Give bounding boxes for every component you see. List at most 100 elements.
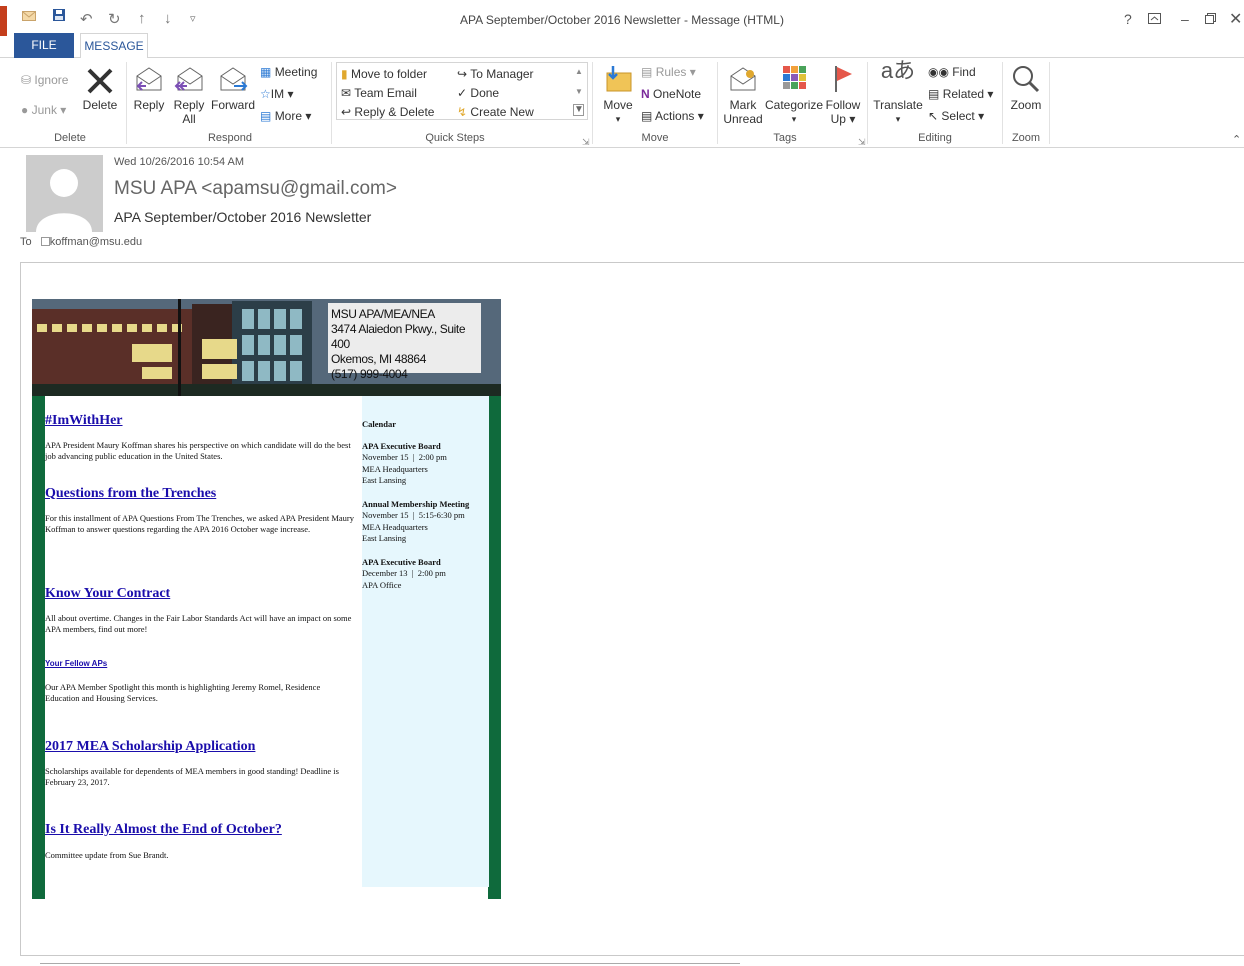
more-respond-button[interactable]: ▤ More ▾ <box>260 108 311 124</box>
recipient-address[interactable]: koffman@msu.edu <box>50 236 142 248</box>
newsletter-address-block: MSU APA/MEA/NEA 3474 Alaiedon Pkwy., Sui… <box>328 303 481 381</box>
find-button[interactable]: ◉◉ Find <box>928 64 976 80</box>
group-separator <box>592 62 593 144</box>
meeting-button[interactable]: ▦ Meeting <box>260 64 317 80</box>
reply-delete-step[interactable]: ↩ Reply & Delete <box>341 104 434 120</box>
reply-all-label-2: All <box>182 112 196 126</box>
tab-message[interactable]: MESSAGE <box>80 33 148 59</box>
help-icon[interactable]: ? <box>1124 11 1132 27</box>
rules-icon: ▤ <box>641 65 653 79</box>
restore-icon[interactable] <box>1205 11 1216 27</box>
left-border-stripe <box>32 396 45 899</box>
calendar-event-location: East Lansing <box>362 475 407 485</box>
reply-all-button[interactable]: Reply All <box>170 64 208 126</box>
address-line: Okemos, MI 48864 <box>331 352 426 366</box>
reply-icon <box>132 64 166 98</box>
article-link[interactable]: Is It Really Almost the End of October? <box>45 822 282 838</box>
actions-button[interactable]: ▤ Actions ▾ <box>641 108 704 124</box>
ribbon-display-options-icon[interactable] <box>1148 11 1161 27</box>
article-summary: Our APA Member Spotlight this month is h… <box>45 682 321 703</box>
rules-button[interactable]: ▤ Rules ▾ <box>641 64 696 80</box>
quick-steps-scroll-down[interactable]: ▼ <box>575 84 583 100</box>
calendar-event-location: East Lansing <box>362 533 407 543</box>
avatar <box>26 155 103 232</box>
magnifier-icon <box>1006 64 1046 98</box>
calendar-title: Calendar <box>362 419 396 429</box>
create-new-step[interactable]: ↯ Create New <box>457 104 534 120</box>
article-link[interactable]: #ImWithHer <box>45 413 123 429</box>
junk-button[interactable]: ● Junk ▾ <box>21 102 66 118</box>
categorize-icon <box>765 64 823 98</box>
team-email-step[interactable]: ✉ Team Email <box>341 85 417 101</box>
related-button[interactable]: ▤ Related ▾ <box>928 86 993 102</box>
mark-unread-button[interactable]: Mark Unread <box>722 64 764 126</box>
address-line: 3474 Alaiedon Pkwy., Suite 400 <box>331 322 466 351</box>
reply-delete-icon: ↩ <box>341 105 352 119</box>
junk-label: Junk <box>31 103 57 117</box>
article-link[interactable]: Questions from the Trenches <box>45 486 216 502</box>
junk-icon: ● <box>21 103 29 117</box>
follow-up-button[interactable]: Follow Up ▾ <box>824 64 862 126</box>
tab-file[interactable]: FILE <box>14 33 74 58</box>
actions-label: Actions <box>655 109 695 123</box>
checkmark-icon: ✓ <box>457 86 468 100</box>
onenote-button[interactable]: N OneNote <box>641 86 701 102</box>
more-label: More <box>274 109 303 123</box>
quick-steps-scroll-up[interactable]: ▲ <box>575 64 583 80</box>
article-link[interactable]: 2017 MEA Scholarship Application <box>45 739 255 755</box>
forward-label: Forward <box>211 98 256 112</box>
zoom-group-label: Zoom <box>1011 132 1041 144</box>
more-icon: ▤ <box>260 109 272 123</box>
done-label: Done <box>470 86 500 100</box>
done-step[interactable]: ✓ Done <box>457 85 499 101</box>
forward-icon <box>211 64 255 98</box>
zoom-button[interactable]: Zoom <box>1006 64 1046 112</box>
calendar-event-location: MEA Headquarters <box>362 464 428 474</box>
delete-label: Delete <box>82 98 118 112</box>
move-to-folder-label: Move to folder <box>350 67 427 81</box>
collapse-ribbon-icon[interactable]: ⌃ <box>1232 132 1241 148</box>
im-label: IM <box>270 87 285 101</box>
categorize-button[interactable]: Categorize ▾ <box>765 64 823 126</box>
move-button[interactable]: Move ▾ <box>600 64 636 126</box>
related-label: Related <box>942 87 985 101</box>
translate-icon: aあ <box>880 58 916 83</box>
group-separator <box>331 62 332 144</box>
translate-label: Translate <box>873 98 923 112</box>
folder-icon: ▮ <box>341 67 348 81</box>
sender-name[interactable]: MSU APA <apamsu@gmail.com> <box>114 178 397 200</box>
calendar-event-time: December 13 | 2:00 pm <box>362 568 446 578</box>
calendar-event-name: APA Executive Board <box>362 557 441 567</box>
article-link[interactable]: Know Your Contract <box>45 586 170 602</box>
translate-button[interactable]: aあ Translate ▾ <box>871 58 925 126</box>
window-title: APA September/October 2016 Newsletter - … <box>460 13 784 27</box>
article-summary: All about overtime. Changes in the Fair … <box>45 613 352 634</box>
create-new-label: Create New <box>470 105 534 119</box>
select-button[interactable]: ↖ Select ▾ <box>928 108 984 124</box>
close-icon[interactable]: ✕ <box>1229 9 1242 29</box>
ignore-button[interactable]: ⛁ Ignore <box>21 72 68 88</box>
forward-button[interactable]: Forward <box>211 64 255 112</box>
message-subject: APA September/October 2016 Newsletter <box>114 209 372 225</box>
calendar-event-location: APA Office <box>362 580 402 590</box>
delete-icon <box>80 64 120 98</box>
ribbon: ⛁ Ignore ● Junk ▾ Delete Delete Reply Re… <box>0 58 1244 148</box>
to-manager-step[interactable]: ↪ To Manager <box>457 66 534 82</box>
quick-steps-dialog-launcher[interactable]: ⇲ <box>582 134 590 150</box>
right-border-stripe <box>488 396 501 899</box>
article-summary: APA President Maury Koffman shares his p… <box>45 440 351 461</box>
move-to-folder-step[interactable]: ▮ Move to folder <box>341 66 427 82</box>
reply-button[interactable]: Reply <box>132 64 166 112</box>
binoculars-icon: ◉◉ <box>928 65 949 79</box>
minimize-icon[interactable]: – <box>1181 11 1189 27</box>
to-manager-label: To Manager <box>470 67 534 81</box>
im-button[interactable]: ☆IM ▾ <box>260 86 293 102</box>
calendar-event-location: MEA Headquarters <box>362 522 428 532</box>
group-separator <box>1002 62 1003 144</box>
delete-button[interactable]: Delete <box>80 64 120 112</box>
quick-steps-expand[interactable]: ▼ <box>573 104 584 116</box>
reply-all-icon <box>170 64 208 98</box>
group-separator <box>867 62 868 144</box>
tags-dialog-launcher[interactable]: ⇲ <box>858 134 866 150</box>
article-link[interactable]: Your Fellow APs <box>45 659 107 668</box>
